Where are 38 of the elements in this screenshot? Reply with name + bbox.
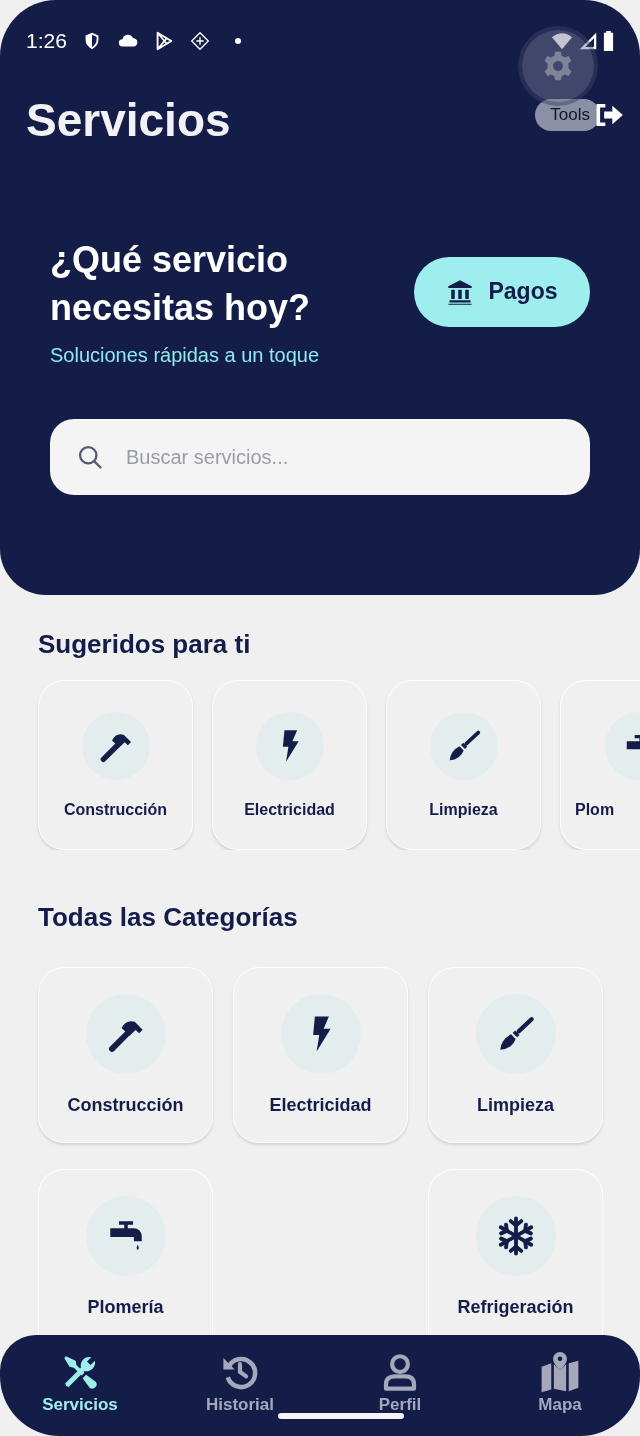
category-card[interactable]: Construcción	[38, 967, 213, 1143]
status-time: 1:26	[26, 29, 67, 53]
category-card[interactable]: Refrigeración	[428, 1169, 603, 1335]
service-card[interactable]: Plom	[560, 680, 640, 850]
battery-icon	[603, 30, 614, 52]
headline: ¿Qué servicio necesitas hoy?	[50, 238, 312, 330]
tools-button[interactable]: Tools	[535, 99, 600, 131]
notification-dot-icon	[234, 38, 241, 44]
page-title: Servicios	[26, 93, 231, 148]
section-title: Todas las Categorías	[38, 902, 299, 933]
card-label: Electricidad	[269, 1095, 372, 1116]
card-label: Plom	[575, 801, 615, 819]
category-card[interactable]: Limpieza	[428, 967, 603, 1143]
search-icon	[76, 443, 104, 471]
card-label: Refrigeración	[457, 1297, 574, 1318]
service-card[interactable]: Construcción	[38, 680, 193, 850]
map-icon	[539, 1351, 581, 1393]
card-label: Limpieza	[429, 801, 498, 819]
nav-tab[interactable]: Perfil	[340, 1351, 460, 1415]
category-card[interactable]: Plomería	[38, 1169, 213, 1335]
card-label: Construcción	[67, 1095, 184, 1116]
card-label: Electricidad	[244, 801, 335, 819]
service-card[interactable]: Limpieza	[386, 680, 541, 850]
nav-tab[interactable]: Historial	[180, 1351, 300, 1415]
card-label: Limpieza	[477, 1095, 554, 1116]
diamond-icon	[188, 30, 211, 52]
section-title: Sugeridos para ti	[38, 629, 252, 660]
nav-tab[interactable]: Servicios	[20, 1351, 140, 1415]
nav-tab[interactable]: Mapa	[500, 1351, 620, 1415]
card-label: Construcción	[63, 801, 168, 819]
category-card[interactable]: Electricidad	[233, 967, 408, 1143]
service-card[interactable]: Electricidad	[212, 680, 367, 850]
settings-button[interactable]	[522, 30, 594, 102]
search-field[interactable]: Buscar servicios...	[50, 419, 590, 495]
payments-button[interactable]: Pagos	[414, 256, 590, 327]
wifi-icon	[551, 30, 573, 52]
subtitle: Soluciones rápidas a un toque	[50, 344, 321, 367]
card-label: Plomería	[87, 1297, 164, 1318]
